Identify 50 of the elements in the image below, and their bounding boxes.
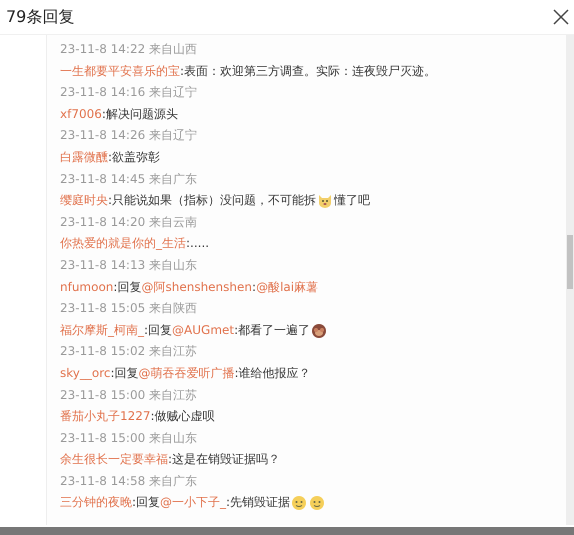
reply-text: :都看了一遍了: [234, 322, 310, 339]
smiley-face-icon: [309, 495, 326, 512]
dialog-title: 79条回复: [6, 6, 74, 28]
reply-timestamp: 23-11-8 14:22 来自山西: [60, 41, 198, 58]
author-link[interactable]: 余生很长一定要幸福: [60, 449, 168, 471]
mention-link[interactable]: @阿shenshenshen: [141, 276, 252, 298]
author-link[interactable]: sky__orc: [60, 362, 110, 384]
reply-timestamp: 23-11-8 14:45 来自广东: [60, 170, 198, 188]
reply-text: :表面：欢迎第三方调查。实际：连夜毁尸灭迹。: [180, 62, 436, 80]
reply-timestamp: 23-11-8 15:05 来自陕西: [60, 300, 198, 318]
author-link[interactable]: 三分钟的夜晚: [60, 492, 132, 514]
smiley-face-icon: [291, 495, 308, 512]
monkey-icon: [311, 322, 328, 339]
reply-timestamp: 23-11-8 15:00 来自山东: [60, 430, 198, 447]
mention-link[interactable]: @AUGmet: [172, 320, 234, 342]
author-link[interactable]: 番茄小丸子1227: [60, 406, 151, 428]
reply-text: 懂了吧: [334, 192, 370, 210]
scrollbar-thumb[interactable]: [567, 235, 573, 289]
close-icon[interactable]: [552, 8, 570, 26]
reply-timestamp: 23-11-8 15:00 来自江苏: [60, 386, 198, 404]
reply-timestamp: 23-11-8 14:16 来自辽宁: [60, 84, 198, 102]
mention-link[interactable]: @萌吞吞爱听广播: [138, 362, 235, 384]
reply-text: :回复: [144, 322, 172, 339]
reply-text: :做贼心虚呗: [150, 408, 215, 426]
reply-timestamp: 23-11-8 15:02 来自江苏: [60, 343, 198, 360]
reply-text: :欲盖弥彰: [108, 148, 160, 166]
reply-text: :.....: [186, 235, 210, 252]
author-link[interactable]: 福尔摩斯_柯南_: [60, 320, 144, 342]
author-link[interactable]: nfumoon: [60, 276, 114, 298]
reply-text: :这是在销毁证据吗？: [168, 451, 280, 468]
author-link[interactable]: 一生都要平安喜乐的宝: [60, 60, 180, 82]
reply-text: :回复: [132, 494, 160, 512]
reply-timestamp: 23-11-8 14:20 来自云南: [60, 214, 198, 231]
reply-text: :回复: [110, 364, 139, 382]
mention-link[interactable]: @一小下子_: [160, 492, 226, 514]
author-link[interactable]: 缨庭时央: [60, 190, 108, 212]
reply-timestamp: 23-11-8 14:58 来自广东: [60, 472, 198, 490]
reply-text: :解决问题源头: [102, 106, 178, 123]
author-link[interactable]: xf7006: [60, 104, 102, 126]
reply-text: :谁给他报应？: [234, 364, 311, 382]
reply-text: :只能说如果（指标）没问题，不可能拆: [108, 192, 316, 210]
reply-text: :回复: [113, 278, 142, 296]
author-link[interactable]: 白露微醺: [60, 146, 108, 169]
cat-face-icon: [317, 192, 334, 209]
author-link[interactable]: 你热爱的就是你的_生活: [60, 233, 186, 255]
reply-text: :先销毁证据: [226, 494, 290, 512]
reply-timestamp: 23-11-8 14:26 来自辽宁: [60, 127, 198, 144]
reply-timestamp: 23-11-8 14:13 来自山东: [60, 256, 198, 274]
reply-text: :: [252, 278, 256, 296]
mention-link[interactable]: @酸lai麻薯: [256, 276, 318, 298]
